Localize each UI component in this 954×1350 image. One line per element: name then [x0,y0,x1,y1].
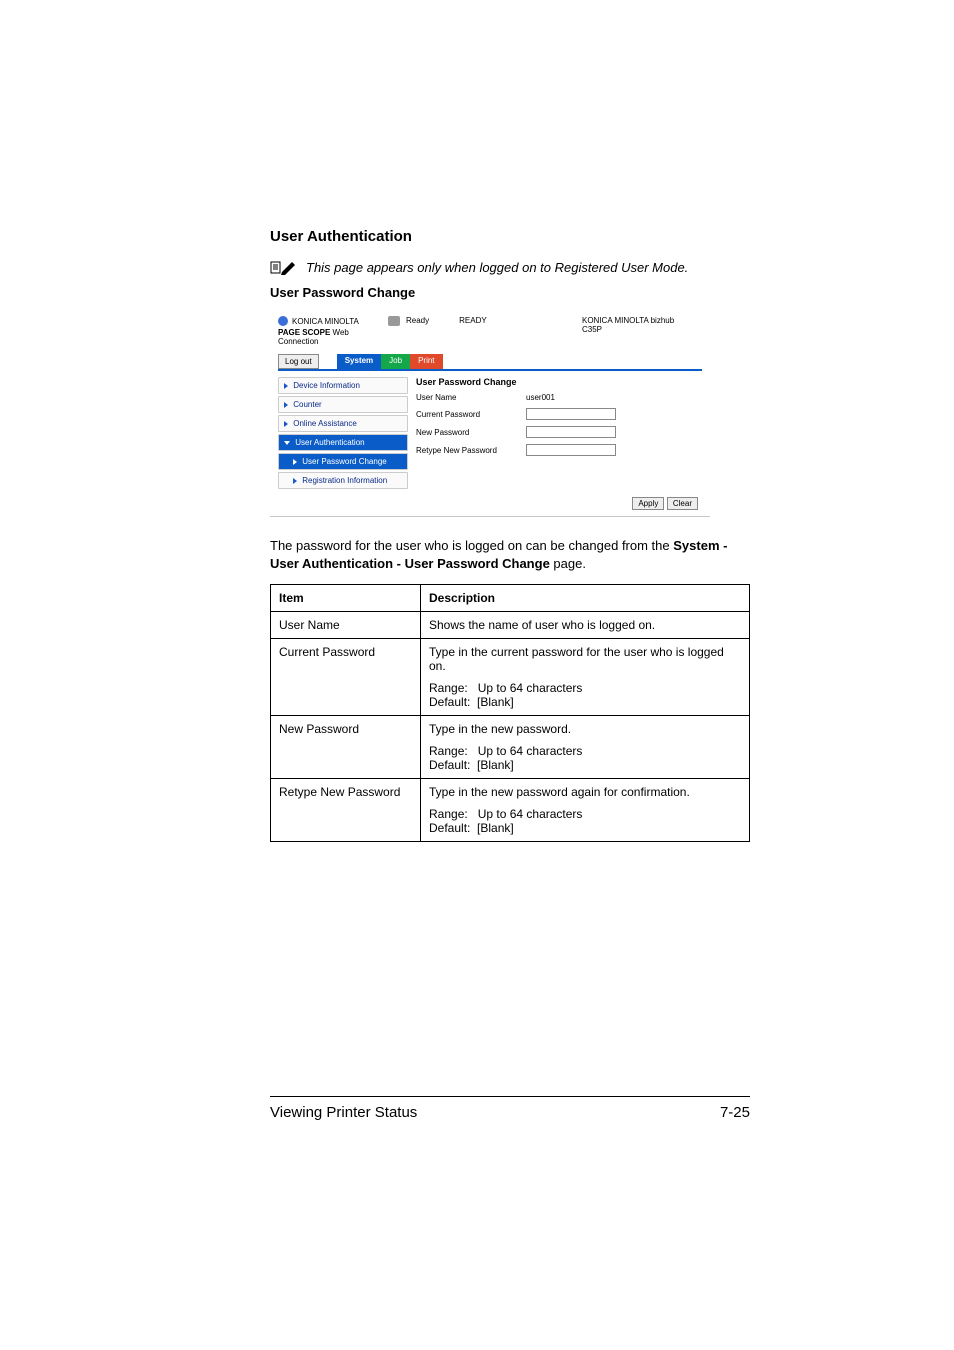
printer-icon [388,316,400,326]
input-current-password[interactable] [526,408,616,420]
th-item: Item [271,585,421,612]
cell-desc-current-password: Type in the current password for the use… [421,639,750,716]
footer-rule [270,1096,750,1097]
triangle-right-icon [284,402,288,408]
intro-text-a: The password for the user who is logged … [270,538,673,553]
brand-text: KONICA MINOLTA [292,317,359,326]
clear-button[interactable]: Clear [667,497,698,510]
cell-item-retype-new-password: Retype New Password [271,779,421,842]
triangle-right-icon [284,383,288,389]
desc-line: Default: [Blank] [429,821,741,835]
sidebar-label: Online Assistance [293,419,357,428]
triangle-right-icon [293,478,297,484]
note-row: This page appears only when logged on to… [270,259,750,275]
heading-user-password-change: User Password Change [270,285,750,300]
tab-system[interactable]: System [337,354,381,369]
embedded-screenshot: KONICA MINOLTA PAGE SCOPE Web Connection… [270,308,710,517]
triangle-right-icon [293,459,297,465]
cell-item-new-password: New Password [271,716,421,779]
sidebar-item-counter[interactable]: Counter [278,396,408,413]
label-retype-new-password: Retype New Password [416,446,526,455]
desc-line: Default: [Blank] [429,758,741,772]
intro-text-c: page. [550,556,586,571]
heading-user-authentication: User Authentication [270,228,750,245]
sidebar-item-online-assistance[interactable]: Online Assistance [278,415,408,432]
tab-print[interactable]: Print [410,354,442,369]
tab-bar: System Job Print [337,354,443,369]
desc-line: Type in the new password. [429,722,741,736]
intro-paragraph: The password for the user who is logged … [270,537,750,572]
sidebar-item-user-password-change[interactable]: User Password Change [278,453,408,470]
desc-line: Type in the new password again for confi… [429,785,741,799]
page-content: User Authentication This page appears on… [270,228,750,842]
value-user-name: user001 [526,393,555,402]
km-logo-icon [278,316,288,326]
description-table: Item Description User Name Shows the nam… [270,584,750,842]
sidebar-label: Device Information [293,381,360,390]
note-text: This page appears only when logged on to… [306,260,688,275]
sidebar-label: Registration Information [302,476,387,485]
tab-job[interactable]: Job [381,354,410,369]
sidebar-label: Counter [293,400,321,409]
desc-line: Range: Up to 64 characters [429,744,741,758]
triangle-right-icon [284,421,288,427]
pagescope-label: PAGE SCOPE [278,328,330,337]
device-name-line1: KONICA MINOLTA bizhub [582,316,702,325]
desc-line: Range: Up to 64 characters [429,681,741,695]
footer-title: Viewing Printer Status [270,1104,417,1121]
label-new-password: New Password [416,428,526,437]
sidebar-label: User Authentication [295,438,364,447]
cell-desc-retype-new-password: Type in the new password again for confi… [421,779,750,842]
logout-button[interactable]: Log out [278,354,319,369]
tab-underline [278,369,702,371]
page-number: 7-25 [720,1104,750,1121]
sidebar-item-registration-information[interactable]: Registration Information [278,472,408,489]
sidebar: Device Information Counter Online Assist… [278,377,408,491]
cell-item-current-password: Current Password [271,639,421,716]
cell-item-username: User Name [271,612,421,639]
label-user-name: User Name [416,393,526,402]
desc-line: Type in the current password for the use… [429,645,741,673]
status-ready-small: Ready [406,316,429,325]
panel-title: User Password Change [416,377,702,387]
desc-line: Default: [Blank] [429,695,741,709]
desc-line: Range: Up to 64 characters [429,807,741,821]
status-ready-big: READY [459,316,487,325]
cell-desc-new-password: Type in the new password. Range: Up to 6… [421,716,750,779]
sidebar-item-device-information[interactable]: Device Information [278,377,408,394]
apply-button[interactable]: Apply [632,497,664,510]
cell-desc-username: Shows the name of user who is logged on. [421,612,750,639]
sidebar-item-user-authentication[interactable]: User Authentication [278,434,408,451]
sidebar-label: User Password Change [302,457,386,466]
th-description: Description [421,585,750,612]
page-footer: Viewing Printer Status 7-25 [270,1104,750,1121]
note-icon [270,259,296,275]
input-retype-new-password[interactable] [526,444,616,456]
device-name-line2: C35P [582,325,702,334]
input-new-password[interactable] [526,426,616,438]
main-panel: User Password Change User Name user001 C… [416,377,702,491]
triangle-down-icon [284,441,290,445]
label-current-password: Current Password [416,410,526,419]
